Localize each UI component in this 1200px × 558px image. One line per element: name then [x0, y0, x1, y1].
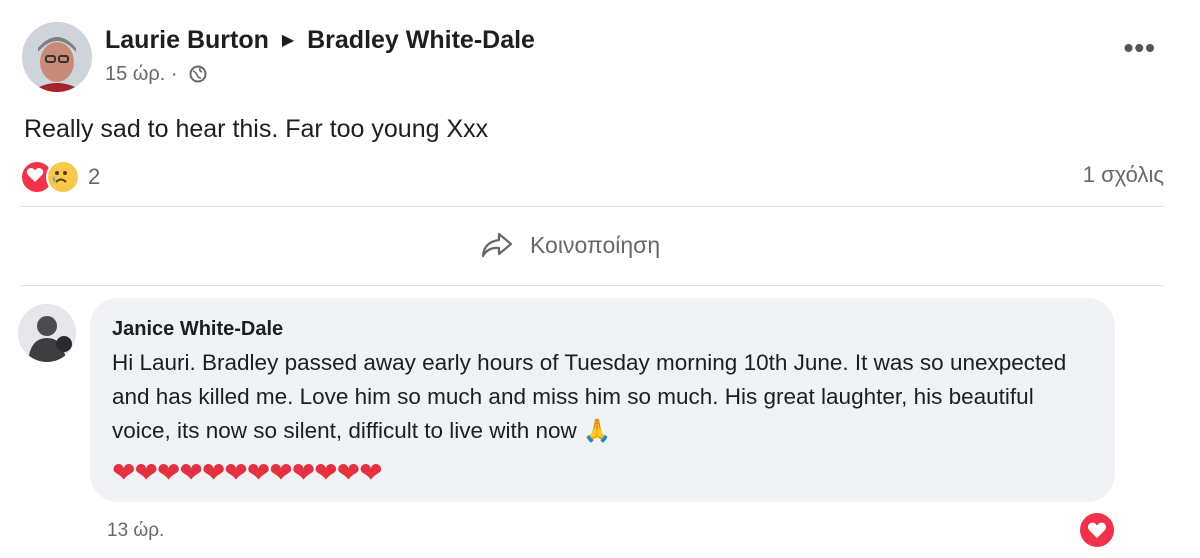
commenter-avatar[interactable] [18, 304, 76, 362]
post-timestamp[interactable]: 15 ώρ. [105, 63, 165, 85]
author-name[interactable]: Laurie Burton [105, 26, 269, 54]
praying-hands-emoji: 🙏 [583, 418, 612, 443]
post-meta: 15 ώρ. · [105, 63, 207, 89]
globe-icon [189, 65, 207, 89]
caret-right-icon: ▶ [281, 32, 295, 49]
share-button[interactable]: Κοινοποίηση [480, 225, 660, 265]
meta-separator: · [170, 63, 178, 85]
post-header-names: Laurie Burton ▶ Bradley White-Dale [105, 26, 535, 55]
comment-count-link[interactable]: 1 σχόλις [1083, 162, 1164, 188]
author-avatar[interactable] [22, 22, 92, 92]
share-label: Κοινοποίηση [530, 231, 661, 258]
commenter-name[interactable]: Janice White-Dale [112, 318, 283, 341]
comment-timestamp[interactable]: 13 ώρ. [107, 520, 164, 542]
reactions-summary[interactable]: 2 [20, 160, 100, 194]
recipient-name[interactable]: Bradley White-Dale [307, 26, 535, 54]
facebook-post: Laurie Burton ▶ Bradley White-Dale 15 ώρ… [0, 0, 1200, 558]
comment-body: Hi Lauri. Bradley passed away early hour… [112, 346, 1097, 448]
comment-bubble: Janice White-Dale Hi Lauri. Bradley pass… [90, 298, 1115, 502]
hearts-emoji-row: ❤❤❤❤❤❤❤❤❤❤❤❤ [112, 457, 383, 488]
commenter-avatar-image [18, 304, 76, 362]
author-avatar-image [22, 22, 92, 92]
post-body-text: Really sad to hear this. Far too young X… [24, 115, 489, 143]
divider [20, 285, 1164, 286]
divider [20, 206, 1164, 207]
reaction-count: 2 [88, 164, 101, 189]
share-arrow-icon [481, 232, 513, 258]
sad-reaction-icon [46, 160, 80, 194]
more-options-icon[interactable]: ••• [1124, 34, 1156, 62]
comment-love-reaction-icon[interactable] [1077, 510, 1117, 550]
